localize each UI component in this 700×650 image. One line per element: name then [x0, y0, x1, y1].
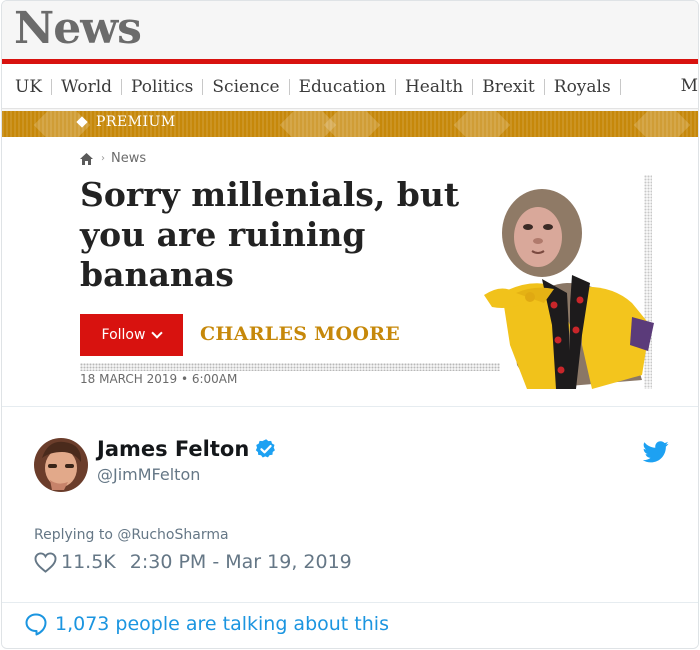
nav-separator	[202, 78, 204, 95]
tweet-author-name[interactable]: James Felton	[97, 437, 249, 461]
tweet-card: News UK World Politics Science Education Heal…	[1, 0, 699, 649]
nav-separator	[619, 78, 621, 95]
twitter-bird-icon[interactable]	[643, 441, 669, 463]
article-dateline: 18 MARCH 2019 • 6:00AM	[80, 372, 238, 386]
conversation-link[interactable]: 1,073 people are talking about this	[24, 612, 389, 636]
nav-item-health[interactable]: Health	[405, 77, 482, 97]
article-header: › News Sorry millenials, but you are rui…	[2, 137, 698, 406]
diamond-icon	[76, 116, 88, 128]
premium-band: PREMIUM	[2, 111, 698, 137]
author-row: James Felton	[97, 437, 277, 461]
premium-label: PREMIUM	[76, 114, 176, 130]
article-headline: Sorry millenials, but you are ruining ba…	[80, 175, 460, 294]
avatar[interactable]	[34, 438, 88, 492]
nav-more-item[interactable]: M	[681, 64, 698, 108]
nav-separator	[394, 78, 396, 95]
nav-item-education[interactable]: Education	[299, 77, 405, 97]
tweet-body: James Felton @JimMFelton Replying to @Ru…	[2, 406, 698, 648]
chevron-right-icon: ›	[101, 153, 105, 164]
author-name[interactable]: CHARLES MOORE	[200, 323, 400, 345]
verified-badge-icon	[256, 439, 276, 458]
newspaper-logo: News	[14, 3, 142, 54]
nav-separator	[121, 78, 123, 95]
breadcrumb: › News	[80, 151, 146, 166]
nav-separator	[51, 78, 53, 95]
masthead: News	[2, 1, 698, 59]
nav-separator	[543, 78, 545, 95]
nav-item-royals[interactable]: Royals	[554, 77, 630, 97]
section-nav: UK World Politics Science Education Health Bre…	[2, 64, 698, 109]
tweet-author-handle[interactable]: @JimMFelton	[97, 465, 200, 484]
nav-item-world[interactable]: World	[61, 77, 131, 97]
replying-to-line[interactable]: Replying to @RuchoSharma	[34, 527, 229, 543]
divider	[2, 602, 698, 603]
tweet-stats: 11.5K 2:30 PM - Mar 19, 2019	[34, 551, 352, 573]
nav-separator	[472, 78, 474, 95]
dotted-divider	[80, 363, 500, 371]
nav-item-science[interactable]: Science	[212, 77, 298, 97]
nav-item-politics[interactable]: Politics	[131, 77, 212, 97]
speech-bubble-icon	[25, 613, 47, 636]
tweet-timestamp[interactable]: 2:30 PM - Mar 19, 2019	[130, 551, 352, 573]
embedded-article-screenshot: News UK World Politics Science Education Heal…	[2, 1, 698, 406]
breadcrumb-news-link[interactable]: News	[111, 151, 146, 166]
follow-button[interactable]: Follow	[80, 314, 183, 356]
like-count[interactable]: 11.5K	[61, 551, 116, 573]
nav-separator	[288, 78, 290, 95]
nav-item-brexit[interactable]: Brexit	[482, 77, 554, 97]
home-icon[interactable]	[80, 152, 93, 165]
heart-icon[interactable]	[34, 551, 57, 573]
chevron-down-icon	[151, 327, 164, 339]
nav-item-uk[interactable]: UK	[15, 77, 61, 97]
monkey-photo	[484, 189, 654, 389]
